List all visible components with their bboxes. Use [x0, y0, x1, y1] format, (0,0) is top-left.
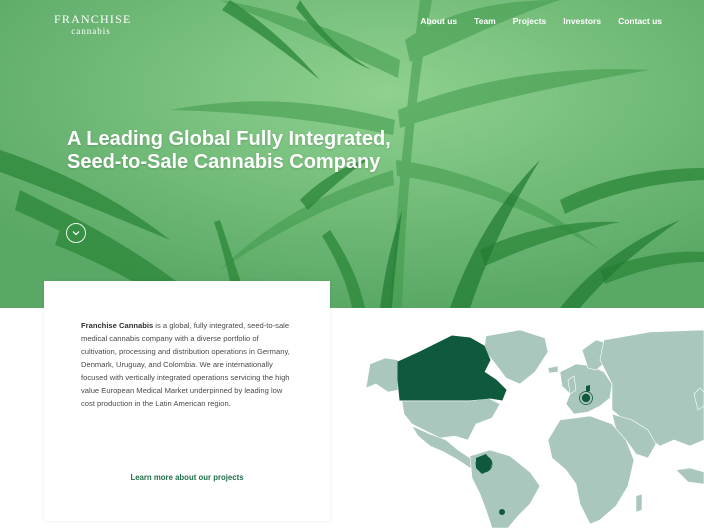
- hero-title-line-2: Seed-to-Sale Cannabis Company: [67, 151, 381, 173]
- nav-projects[interactable]: Projects: [513, 16, 547, 26]
- logo-wordmark: FRANCHISE: [54, 12, 132, 26]
- logo-subtext: cannabis: [71, 26, 111, 36]
- world-map-graphic: [365, 329, 704, 528]
- intro-body: is a global, fully integrated, seed-to-s…: [81, 321, 290, 408]
- map-germany: [581, 393, 591, 403]
- learn-more-projects-link[interactable]: Learn more about our projects: [44, 473, 330, 482]
- map-denmark: [586, 385, 590, 392]
- hero-title: A Leading Global Fully Integrated, Seed-…: [67, 128, 487, 174]
- map-uruguay: [499, 509, 505, 515]
- nav-team[interactable]: Team: [474, 16, 496, 26]
- intro-paragraph: Franchise Cannabis is a global, fully in…: [81, 319, 295, 410]
- hero-section: FRANCHISE cannabis About us Team Project…: [0, 0, 704, 308]
- main-nav: About us Team Projects Investors Contact…: [403, 16, 662, 26]
- chevron-down-icon: [72, 231, 80, 236]
- nav-investors[interactable]: Investors: [563, 16, 601, 26]
- nav-contact-us[interactable]: Contact us: [618, 16, 662, 26]
- scroll-down-button[interactable]: [66, 223, 86, 243]
- brand-logo[interactable]: FRANCHISE cannabis: [54, 12, 132, 36]
- world-map: [355, 316, 704, 528]
- nav-about-us[interactable]: About us: [420, 16, 457, 26]
- intro-card: Franchise Cannabis is a global, fully in…: [44, 281, 330, 521]
- company-name: Franchise Cannabis: [81, 321, 154, 330]
- hero-title-line-1: A Leading Global Fully Integrated,: [67, 128, 391, 150]
